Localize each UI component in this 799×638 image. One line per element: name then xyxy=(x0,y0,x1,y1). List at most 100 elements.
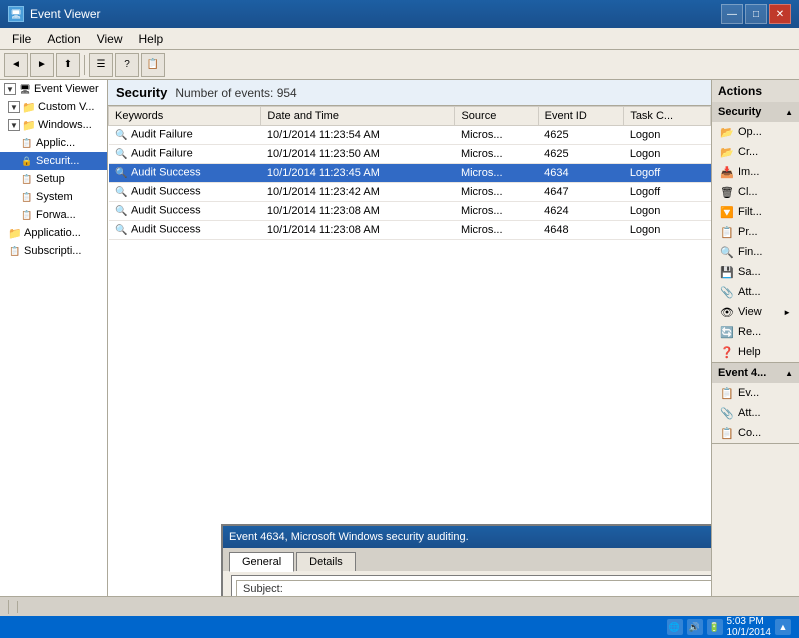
create-icon: 📂 xyxy=(720,145,734,159)
action-item-view[interactable]: 👁 View ► xyxy=(712,302,799,322)
col-datetime[interactable]: Date and Time xyxy=(261,107,455,126)
tree-item-event-viewer[interactable]: ▼ 🖥 Event Viewer xyxy=(0,80,107,98)
menu-help[interactable]: Help xyxy=(131,30,172,48)
table-row[interactable]: 🔍 Audit Failure 10/1/2014 11:23:54 AM Mi… xyxy=(109,126,711,145)
tree-label-event-viewer: Event Viewer xyxy=(34,83,99,95)
menu-button[interactable]: ☰ xyxy=(89,53,113,77)
table-row[interactable]: 🔍 Audit Failure 10/1/2014 11:23:50 AM Mi… xyxy=(109,145,711,164)
action-label-att2: Att... xyxy=(738,407,761,419)
cell-datetime: 10/1/2014 11:23:08 AM xyxy=(261,202,455,221)
table-row-selected[interactable]: 🔍 Audit Success 10/1/2014 11:23:45 AM Mi… xyxy=(109,164,711,183)
tree-item-application[interactable]: 📋 Applic... xyxy=(0,134,107,152)
forward-button[interactable]: ► xyxy=(30,53,54,77)
tree-item-subscriptions[interactable]: 📋 Subscripti... xyxy=(0,242,107,260)
action-label-re: Re... xyxy=(738,326,761,338)
menu-file[interactable]: File xyxy=(4,30,39,48)
status-separator xyxy=(8,600,9,614)
col-source[interactable]: Source xyxy=(455,107,538,126)
action-item-pr[interactable]: 📋 Pr... xyxy=(712,222,799,242)
action-item-cr[interactable]: 📂 Cr... xyxy=(712,142,799,162)
right-panel: Actions Security ▲ 📂 Op... 📂 Cr... 📥 Im.… xyxy=(711,80,799,596)
action-item-cl[interactable]: 🗑 Cl... xyxy=(712,182,799,202)
cell-eventid: 4647 xyxy=(538,183,624,202)
forwarded-icon: 📋 xyxy=(20,208,34,222)
success-icon: 🔍 xyxy=(115,204,129,218)
failure-icon: 🔍 xyxy=(115,128,129,142)
status-sep2 xyxy=(17,601,18,613)
tree-item-security[interactable]: 🔒 Securit... xyxy=(0,152,107,170)
table-row[interactable]: 🔍 Audit Success 10/1/2014 11:23:42 AM Mi… xyxy=(109,183,711,202)
expand-icon[interactable]: ▼ xyxy=(4,83,16,95)
maximize-button[interactable]: □ xyxy=(745,4,767,24)
security-subsection-header: Security ▲ xyxy=(712,102,799,122)
action-item-op[interactable]: 📂 Op... xyxy=(712,122,799,142)
col-eventid[interactable]: Event ID xyxy=(538,107,624,126)
panel-title: Security xyxy=(116,85,167,100)
action-label-co: Co... xyxy=(738,427,761,439)
attach-icon: 📎 xyxy=(720,285,734,299)
tree-label-subs: Subscripti... xyxy=(24,245,81,257)
cell-datetime: 10/1/2014 11:23:45 AM xyxy=(261,164,455,183)
events-table: Keywords Date and Time Source Event ID T… xyxy=(108,106,711,240)
table-row[interactable]: 🔍 Audit Success 10/1/2014 11:23:08 AM Mi… xyxy=(109,221,711,240)
tree-item-system[interactable]: 📋 System xyxy=(0,188,107,206)
tree-item-custom-views[interactable]: ▼ 📁 Custom V... xyxy=(0,98,107,116)
toolbar-separator-1 xyxy=(84,55,85,75)
action-item-sa[interactable]: 💾 Sa... xyxy=(712,262,799,282)
cell-eventid: 4648 xyxy=(538,221,624,240)
cell-keyword: 🔍 Audit Failure xyxy=(109,126,261,145)
tree-label-security: Securit... xyxy=(36,155,79,167)
action-item-help[interactable]: ❓ Help xyxy=(712,342,799,362)
expand-custom-icon[interactable]: ▼ xyxy=(8,101,20,113)
action-item-co[interactable]: 📋 Co... xyxy=(712,423,799,443)
minimize-button[interactable]: — xyxy=(721,4,743,24)
folder-icon-apps: 📁 xyxy=(8,226,22,240)
close-button[interactable]: ✕ xyxy=(769,4,791,24)
properties-button[interactable]: 📋 xyxy=(141,53,165,77)
up-button[interactable]: ⬆ xyxy=(56,53,80,77)
action-label-cl: Cl... xyxy=(738,186,758,198)
cell-task: Logoff xyxy=(624,164,711,183)
window-controls[interactable]: — □ ✕ xyxy=(721,4,791,24)
col-keywords[interactable]: Keywords xyxy=(109,107,261,126)
tree-item-setup[interactable]: 📋 Setup xyxy=(0,170,107,188)
left-panel: ▼ 🖥 Event Viewer ▼ 📁 Custom V... ▼ 📁 Win… xyxy=(0,80,108,596)
table-row[interactable]: 🔍 Audit Success 10/1/2014 11:23:08 AM Mi… xyxy=(109,202,711,221)
cell-eventid: 4625 xyxy=(538,145,624,164)
action-item-att[interactable]: 📎 Att... xyxy=(712,282,799,302)
cell-source: Micros... xyxy=(455,183,538,202)
success-icon: 🔍 xyxy=(115,185,129,199)
window-title: Event Viewer xyxy=(30,7,100,21)
network-icon: 🌐 xyxy=(667,619,683,635)
menu-view[interactable]: View xyxy=(89,30,131,48)
dialog-title: Event 4634, Microsoft Windows security a… xyxy=(229,531,469,543)
events-table-container: Keywords Date and Time Source Event ID T… xyxy=(108,106,711,266)
menu-bar: File Action View Help xyxy=(0,28,799,50)
taskbar: 🌐 🔊 🔋 5:03 PM10/1/2014 ▲ xyxy=(0,616,799,638)
cell-task: Logoff xyxy=(624,183,711,202)
action-item-att2[interactable]: 📎 Att... xyxy=(712,403,799,423)
col-task[interactable]: Task C... xyxy=(624,107,711,126)
tree-item-applications[interactable]: 📁 Applicatio... xyxy=(0,224,107,242)
cell-source: Micros... xyxy=(455,126,538,145)
dialog-tabs: General Details xyxy=(223,548,711,571)
cell-source: Micros... xyxy=(455,164,538,183)
tree-item-windows-logs[interactable]: ▼ 📁 Windows... xyxy=(0,116,107,134)
help-toolbar-button[interactable]: ? xyxy=(115,53,139,77)
actions-title: Actions xyxy=(718,84,762,98)
chevron-up-icon: ▲ xyxy=(785,108,793,117)
toolbar: ◄ ► ⬆ ☰ ? 📋 xyxy=(0,50,799,80)
tab-general[interactable]: General xyxy=(229,552,294,572)
back-button[interactable]: ◄ xyxy=(4,53,28,77)
cell-task: Logon xyxy=(624,145,711,164)
tab-details[interactable]: Details xyxy=(296,552,356,571)
action-item-fin[interactable]: 🔍 Fin... xyxy=(712,242,799,262)
expand-windows-icon[interactable]: ▼ xyxy=(8,119,20,131)
menu-action[interactable]: Action xyxy=(39,30,88,48)
action-item-im[interactable]: 📥 Im... xyxy=(712,162,799,182)
center-panel: Security Number of events: 954 Keywords … xyxy=(108,80,711,596)
action-item-ev[interactable]: 📋 Ev... xyxy=(712,383,799,403)
tree-item-forwarded[interactable]: 📋 Forwa... xyxy=(0,206,107,224)
action-item-filt[interactable]: 🔽 Filt... xyxy=(712,202,799,222)
action-item-re[interactable]: 🔄 Re... xyxy=(712,322,799,342)
